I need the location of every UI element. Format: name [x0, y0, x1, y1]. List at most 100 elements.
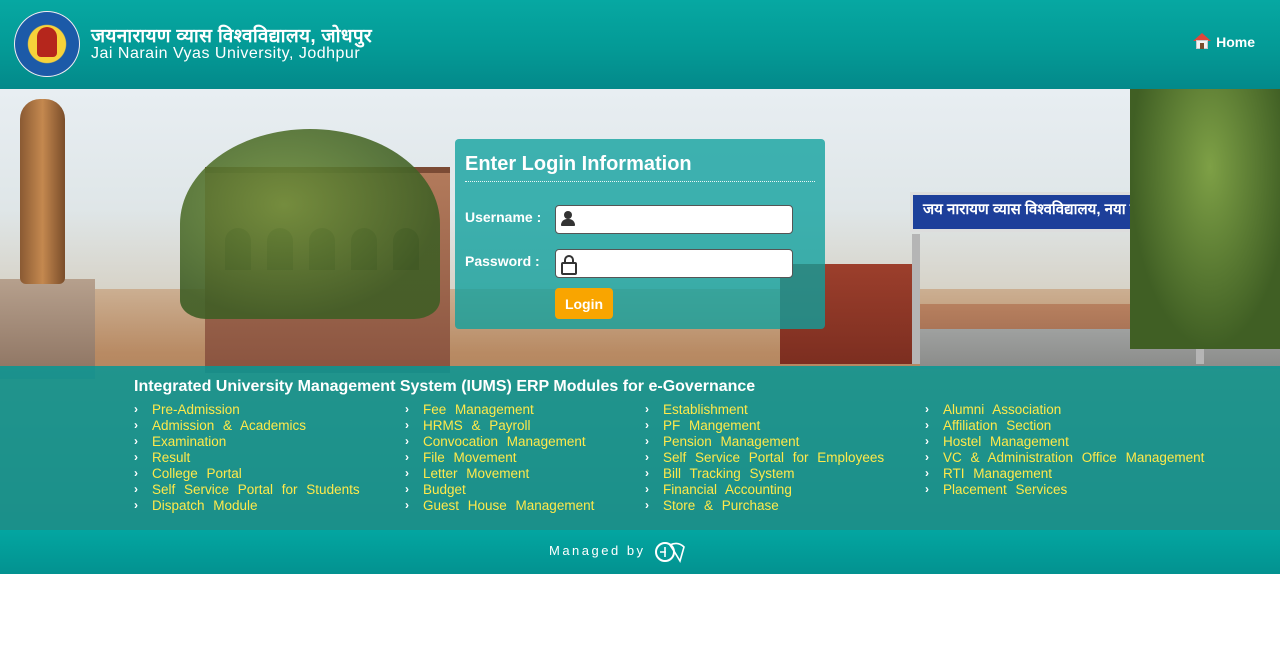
chevron-right-icon: ›	[645, 498, 649, 512]
modules-column-1: › Pre-Admission › Admission & Academics › Exa…	[134, 401, 360, 513]
home-icon	[1193, 33, 1212, 50]
chevron-right-icon: ›	[405, 402, 409, 416]
module-label: Alumni Association	[943, 401, 1062, 417]
module-link[interactable]: › Hostel Management	[925, 433, 1204, 449]
module-link[interactable]: › HRMS & Payroll	[405, 417, 594, 433]
home-label: Home	[1216, 33, 1255, 50]
module-link[interactable]: › Alumni Association	[925, 401, 1204, 417]
module-link[interactable]: › Letter Movement	[405, 465, 594, 481]
chevron-right-icon: ›	[134, 402, 138, 416]
module-label: Examination	[152, 433, 227, 449]
module-label: Bill Tracking System	[663, 465, 795, 481]
chevron-right-icon: ›	[134, 498, 138, 512]
modules-title: Integrated University Management System …	[134, 378, 756, 395]
module-link[interactable]: › Bill Tracking System	[645, 465, 884, 481]
module-label: Self Service Portal for Employees	[663, 449, 885, 465]
module-link[interactable]: › Financial Accounting	[645, 481, 884, 497]
module-label: Hostel Management	[943, 433, 1069, 449]
module-link[interactable]: › PF Mangement	[645, 417, 884, 433]
module-label: RTI Management	[943, 465, 1053, 481]
user-icon	[561, 211, 575, 227]
module-link[interactable]: › Budget	[405, 481, 594, 497]
chevron-right-icon: ›	[134, 418, 138, 432]
module-link[interactable]: › Self Service Portal for Employees	[645, 449, 884, 465]
module-link[interactable]: › College Portal	[134, 465, 360, 481]
footer: Managed by	[0, 530, 1280, 574]
module-link[interactable]: › File Movement	[405, 449, 594, 465]
modules-column-4: › Alumni Association › Affiliation Section ›…	[925, 401, 1204, 497]
chevron-right-icon: ›	[925, 482, 929, 496]
modules-column-2: › Fee Management › HRMS & Payroll › Convocati…	[405, 401, 594, 513]
login-button[interactable]: Login	[555, 288, 613, 319]
username-input[interactable]	[580, 208, 789, 232]
chevron-right-icon: ›	[645, 450, 649, 464]
module-label: Establishment	[663, 401, 748, 417]
module-link[interactable]: › Dispatch Module	[134, 497, 360, 513]
module-label: Admission & Academics	[152, 417, 307, 433]
chevron-right-icon: ›	[405, 466, 409, 480]
module-link[interactable]: › Guest House Management	[405, 497, 594, 513]
chevron-right-icon: ›	[134, 434, 138, 448]
module-label: College Portal	[152, 465, 242, 481]
campus-banner: जय नारायण व्यास विश्वविद्यालय, नया परिसर…	[0, 89, 1280, 530]
module-label: Fee Management	[423, 401, 534, 417]
module-label: Placement Services	[943, 481, 1068, 497]
lock-icon	[561, 255, 577, 275]
username-label: Username :	[465, 209, 542, 225]
module-label: Self Service Portal for Students	[152, 481, 360, 497]
chevron-right-icon: ›	[134, 482, 138, 496]
chevron-right-icon: ›	[925, 466, 929, 480]
module-link[interactable]: › Affiliation Section	[925, 417, 1204, 433]
header: जयनारायण व्यास विश्वविद्यालय, जोधपुर Jai…	[0, 0, 1280, 90]
chevron-right-icon: ›	[134, 466, 138, 480]
managed-by-label: Managed by	[549, 543, 646, 558]
modules-column-3: › Establishment › PF Mangement › Pension Mana…	[645, 401, 884, 513]
chevron-right-icon: ›	[645, 434, 649, 448]
module-label: Convocation Management	[423, 433, 586, 449]
password-input[interactable]	[580, 252, 789, 276]
chevron-right-icon: ›	[405, 482, 409, 496]
module-link[interactable]: › Result	[134, 449, 360, 465]
module-link[interactable]: › Pre-Admission	[134, 401, 360, 417]
home-link[interactable]: Home	[1193, 33, 1255, 50]
chevron-right-icon: ›	[645, 482, 649, 496]
module-link[interactable]: › Admission & Academics	[134, 417, 360, 433]
module-link[interactable]: › Store & Purchase	[645, 497, 884, 513]
chevron-right-icon: ›	[405, 418, 409, 432]
module-label: Financial Accounting	[663, 481, 792, 497]
password-field-wrapper	[555, 249, 793, 278]
chevron-right-icon: ›	[925, 434, 929, 448]
module-link[interactable]: › Placement Services	[925, 481, 1204, 497]
statue-image	[20, 99, 65, 284]
module-link[interactable]: › Fee Management	[405, 401, 594, 417]
chevron-right-icon: ›	[925, 402, 929, 416]
module-label: Dispatch Module	[152, 497, 258, 513]
chevron-right-icon: ›	[405, 498, 409, 512]
chevron-right-icon: ›	[405, 450, 409, 464]
module-label: PF Mangement	[663, 417, 761, 433]
username-field-wrapper	[555, 205, 793, 234]
chevron-right-icon: ›	[925, 418, 929, 432]
chevron-right-icon: ›	[645, 418, 649, 432]
module-label: Pension Management	[663, 433, 800, 449]
module-label: Affiliation Section	[943, 417, 1052, 433]
module-label: Store & Purchase	[663, 497, 779, 513]
module-link[interactable]: › Establishment	[645, 401, 884, 417]
login-divider	[465, 181, 815, 182]
login-title: Enter Login Information	[465, 153, 692, 175]
vendor-logo-icon	[655, 542, 685, 563]
module-label: Result	[152, 449, 191, 465]
module-link[interactable]: › RTI Management	[925, 465, 1204, 481]
university-name-english: Jai Narain Vyas University, Jodhpur	[91, 45, 361, 62]
module-link[interactable]: › VC & Administration Office Management	[925, 449, 1204, 465]
chevron-right-icon: ›	[134, 450, 138, 464]
module-label: File Movement	[423, 449, 517, 465]
module-link[interactable]: › Convocation Management	[405, 433, 594, 449]
chevron-right-icon: ›	[645, 466, 649, 480]
password-label: Password :	[465, 253, 540, 269]
university-logo	[14, 11, 80, 77]
module-link[interactable]: › Self Service Portal for Students	[134, 481, 360, 497]
module-link[interactable]: › Examination	[134, 433, 360, 449]
module-link[interactable]: › Pension Management	[645, 433, 884, 449]
modules-panel: Integrated University Management System …	[0, 366, 1280, 530]
